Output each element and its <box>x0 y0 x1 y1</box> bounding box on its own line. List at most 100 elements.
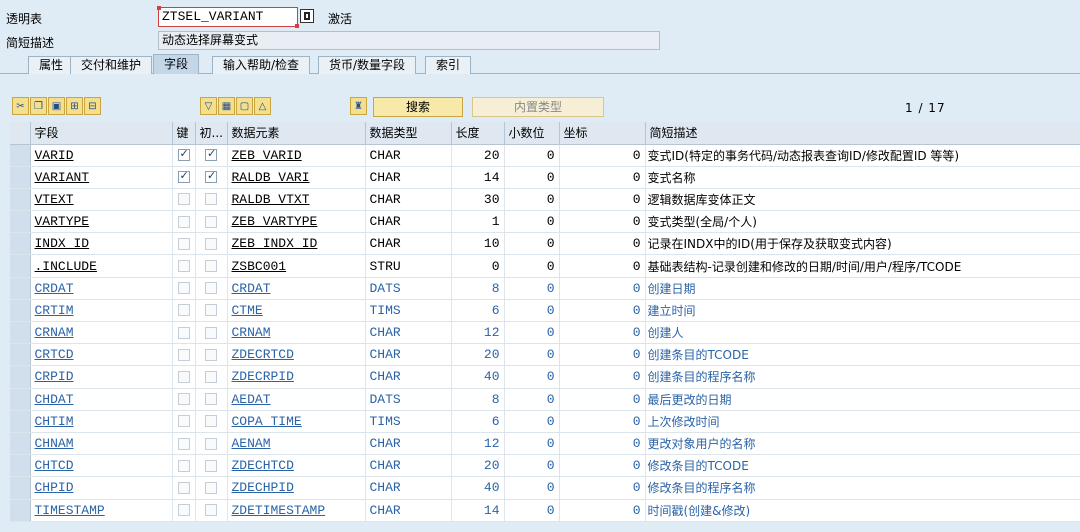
coordinate-cell[interactable]: 0 <box>559 299 646 323</box>
data-element-cell[interactable]: CRDAT <box>227 277 366 300</box>
length-cell[interactable]: 20 <box>451 343 505 367</box>
length-cell[interactable]: 12 <box>451 432 505 456</box>
decimals-cell[interactable]: 0 <box>504 321 560 345</box>
key-cell[interactable] <box>172 166 196 189</box>
data-element-cell[interactable]: AEDAT <box>227 388 366 411</box>
paste-icon[interactable]: ▣ <box>48 97 65 115</box>
table-row[interactable]: CRNAM CRNAM CHAR 12 0 0 创建人 <box>10 321 1080 345</box>
field-name-cell[interactable]: CHTIM <box>30 410 173 433</box>
coordinate-cell[interactable]: 0 <box>559 321 646 345</box>
row-selector[interactable] <box>10 210 31 234</box>
data-type-cell[interactable]: STRU <box>365 254 452 278</box>
key-cell[interactable] <box>172 343 196 367</box>
decimals-cell[interactable]: 0 <box>504 410 560 433</box>
coordinate-cell[interactable]: 0 <box>559 343 646 367</box>
tab-fields[interactable]: 字段 <box>153 54 200 74</box>
field-name-cell[interactable]: VARTYPE <box>30 210 173 234</box>
decimals-cell[interactable]: 0 <box>504 277 560 300</box>
table-row[interactable]: CHPID ZDECHPID CHAR 40 0 0 修改条目的程序名称 <box>10 476 1080 500</box>
init-cell[interactable] <box>195 144 228 167</box>
short-description-cell[interactable]: 变式ID(特定的事务代码/动态报表查询ID/修改配置ID 等等) <box>645 144 1080 167</box>
builtin-type-button[interactable]: 内置类型 <box>472 97 604 117</box>
row-selector[interactable] <box>10 254 31 278</box>
key-cell[interactable] <box>172 454 196 478</box>
initial-value-checkbox[interactable] <box>205 169 217 184</box>
short-description-cell[interactable]: 上次修改时间 <box>645 410 1080 433</box>
table-row[interactable]: VARTYPE ZEB_VARTYPE CHAR 1 0 0 变式类型(全局/个人) <box>10 210 1080 234</box>
key-cell[interactable] <box>172 188 196 212</box>
key-cell[interactable] <box>172 432 196 456</box>
key-checkbox[interactable] <box>177 215 190 228</box>
init-cell[interactable] <box>195 232 228 256</box>
data-type-cell[interactable]: TIMS <box>365 410 452 433</box>
length-cell[interactable]: 6 <box>451 410 505 433</box>
deselect-icon[interactable]: ▢ <box>236 97 253 115</box>
coordinate-cell[interactable]: 0 <box>559 454 646 478</box>
field-name-cell[interactable]: CHPID <box>30 476 173 500</box>
data-element-cell[interactable]: ZEB_VARTYPE <box>227 210 366 234</box>
column-header[interactable]: 长度 <box>451 122 505 145</box>
initial-value-checkbox[interactable] <box>205 304 217 317</box>
short-description-cell[interactable]: 最后更改的日期 <box>645 388 1080 411</box>
coordinate-cell[interactable]: 0 <box>559 432 646 456</box>
key-checkbox[interactable] <box>177 459 190 472</box>
length-cell[interactable]: 10 <box>451 232 505 256</box>
data-element-cell[interactable]: ZDECRPID <box>227 365 366 389</box>
data-element-cell[interactable]: ZDETIMESTAMP <box>227 499 366 522</box>
length-cell[interactable]: 1 <box>451 210 505 234</box>
key-checkbox[interactable] <box>177 260 190 273</box>
key-cell[interactable] <box>172 144 196 167</box>
initial-value-checkbox[interactable] <box>205 370 217 383</box>
coordinate-cell[interactable]: 0 <box>559 166 646 189</box>
init-cell[interactable] <box>195 166 228 189</box>
data-element-cell[interactable]: ZDECRTCD <box>227 343 366 367</box>
key-checkbox[interactable] <box>177 282 190 295</box>
data-type-cell[interactable]: CHAR <box>365 166 452 189</box>
field-name-cell[interactable]: CRPID <box>30 365 173 389</box>
short-description-cell[interactable]: 基础表结构-记录创建和修改的日期/时间/用户/程序/TCODE <box>645 254 1080 278</box>
data-element-cell[interactable]: CTME <box>227 299 366 323</box>
short-description-cell[interactable]: 建立时间 <box>645 299 1080 323</box>
table-row[interactable]: CRTIM CTME TIMS 6 0 0 建立时间 <box>10 299 1080 323</box>
short-description-cell[interactable]: 记录在INDX中的ID(用于保存及获取变式内容) <box>645 232 1080 256</box>
decimals-cell[interactable]: 0 <box>504 476 560 500</box>
decimals-cell[interactable]: 0 <box>504 388 560 411</box>
coordinate-cell[interactable]: 0 <box>559 476 646 500</box>
column-header[interactable]: 坐标 <box>559 122 646 145</box>
length-cell[interactable]: 14 <box>451 499 505 522</box>
length-cell[interactable]: 8 <box>451 388 505 411</box>
hierarchy-icon[interactable]: ♜ <box>350 97 367 115</box>
length-cell[interactable]: 12 <box>451 321 505 345</box>
sort-icon[interactable]: △ <box>254 97 271 115</box>
data-element-cell[interactable]: AENAM <box>227 432 366 456</box>
key-cell[interactable] <box>172 299 196 323</box>
table-row[interactable]: CHDAT AEDAT DATS 8 0 0 最后更改的日期 <box>10 388 1080 411</box>
row-selector[interactable] <box>10 166 31 189</box>
row-selector[interactable] <box>10 432 31 456</box>
table-row[interactable]: CHTIM COPA_TIME TIMS 6 0 0 上次修改时间 <box>10 410 1080 433</box>
coordinate-cell[interactable]: 0 <box>559 410 646 433</box>
data-element-cell[interactable]: CRNAM <box>227 321 366 345</box>
column-header[interactable]: 数据元素 <box>227 122 366 145</box>
field-name-cell[interactable]: INDX_ID <box>30 232 173 256</box>
init-cell[interactable] <box>195 499 228 522</box>
key-cell[interactable] <box>172 388 196 411</box>
table-row[interactable]: CRPID ZDECRPID CHAR 40 0 0 创建条目的程序名称 <box>10 365 1080 389</box>
field-name-cell[interactable]: VTEXT <box>30 188 173 212</box>
field-name-cell[interactable]: CRDAT <box>30 277 173 300</box>
row-selector[interactable] <box>10 499 31 522</box>
decimals-cell[interactable]: 0 <box>504 454 560 478</box>
initial-value-checkbox[interactable] <box>205 147 217 162</box>
coordinate-cell[interactable]: 0 <box>559 499 646 522</box>
table-row[interactable]: INDX_ID ZEB_INDX_ID CHAR 10 0 0 记录在INDX中的ID(用于… <box>10 232 1080 256</box>
data-element-cell[interactable]: RALDB_VARI <box>227 166 366 189</box>
coordinate-cell[interactable]: 0 <box>559 144 646 167</box>
length-cell[interactable]: 0 <box>451 254 505 278</box>
coordinate-cell[interactable]: 0 <box>559 232 646 256</box>
init-cell[interactable] <box>195 188 228 212</box>
initial-value-checkbox[interactable] <box>205 260 217 273</box>
key-checkbox[interactable] <box>177 348 190 361</box>
field-name-cell[interactable]: CRTCD <box>30 343 173 367</box>
short-description-cell[interactable]: 时间戳(创建&修改) <box>645 499 1080 522</box>
coordinate-cell[interactable]: 0 <box>559 254 646 278</box>
